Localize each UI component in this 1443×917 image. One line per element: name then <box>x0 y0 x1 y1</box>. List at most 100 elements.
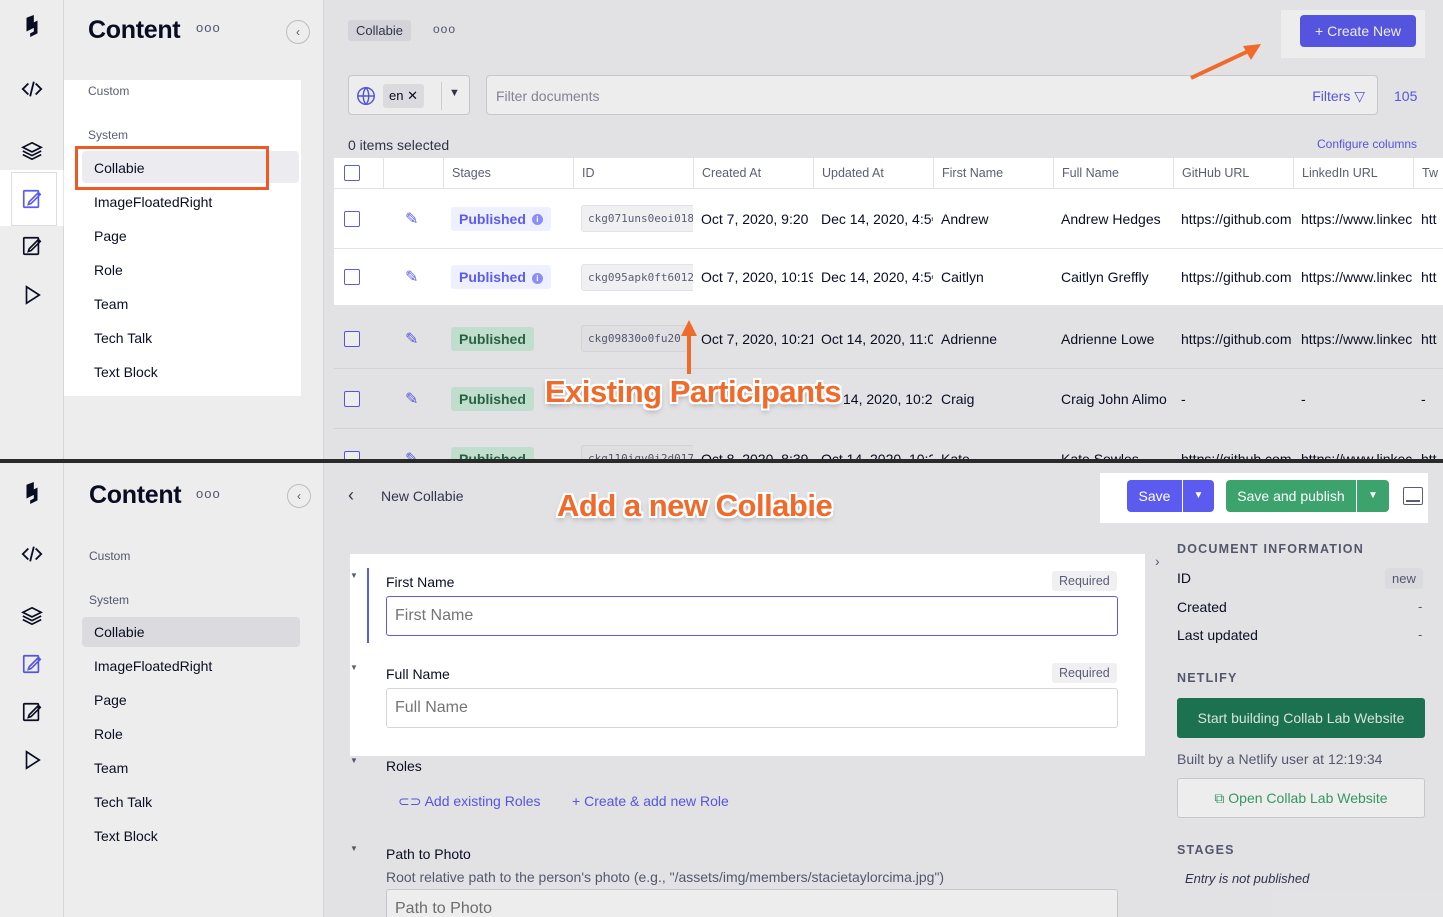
full-name-field[interactable] <box>386 688 1118 728</box>
pencil-icon[interactable]: ✎ <box>405 329 418 349</box>
model-team[interactable]: Team <box>94 296 128 312</box>
twitter-cell: htt <box>1421 269 1437 285</box>
col-header-linkedin[interactable]: LinkedIn URL <box>1293 158 1413 188</box>
collapse-field-icon[interactable]: ▼ <box>350 844 358 853</box>
hygraph-logo-icon[interactable] <box>18 479 46 507</box>
row-checkbox[interactable] <box>344 269 360 285</box>
layers-icon[interactable] <box>18 602 46 630</box>
hygraph-logo-icon[interactable] <box>18 12 46 40</box>
toggle-panel-icon[interactable] <box>1403 487 1423 505</box>
add-existing-roles-link[interactable]: ⊂⊃ Add existing Roles <box>398 793 541 810</box>
create-new-button[interactable]: + Create New <box>1300 15 1416 47</box>
first-name-field[interactable] <box>386 596 1118 636</box>
section-custom: Custom <box>89 549 131 563</box>
more-options-icon[interactable]: ooo <box>196 20 221 35</box>
model-tech-talk[interactable]: Tech Talk <box>94 330 152 346</box>
filters-button[interactable]: Filters ▽ <box>1312 88 1365 105</box>
model-collabie[interactable]: Collabie <box>82 617 300 647</box>
configure-columns-link[interactable]: Configure columns <box>1317 137 1417 151</box>
code-icon[interactable] <box>18 75 46 103</box>
model-page[interactable]: Page <box>82 685 300 715</box>
globe-icon <box>357 87 375 105</box>
select-all-checkbox[interactable] <box>344 165 360 181</box>
breadcrumb-more-icon[interactable]: ooo <box>433 22 456 36</box>
table-row[interactable]: ✎ Published 14, 2020, 10:2 Craig Craig J… <box>334 369 1443 429</box>
row-checkbox[interactable] <box>344 330 360 347</box>
info-icon[interactable]: i <box>531 272 543 284</box>
model-team[interactable]: Team <box>82 753 300 783</box>
collapse-field-icon[interactable]: ▼ <box>350 663 358 672</box>
table-row[interactable]: ✎ Published i ckg071uns0eoi018 Oct 7, 202… <box>334 189 1443 249</box>
pencil-icon[interactable]: ✎ <box>405 389 418 409</box>
id-chip: ckg095apk0ft6012 <box>581 263 693 291</box>
table-row[interactable]: ✎ Published i ckg095apk0ft6012 Oct 7, 202… <box>334 249 1443 306</box>
link-icon: ⊂⊃ <box>398 793 425 809</box>
photo-path-field[interactable] <box>386 889 1118 917</box>
status-badge: Published <box>451 326 534 351</box>
locale-chip[interactable]: en ✕ <box>383 84 424 108</box>
row-select-cell <box>334 249 383 305</box>
assets-edit-icon[interactable] <box>18 232 46 260</box>
back-arrow-icon[interactable]: ‹ <box>348 485 354 506</box>
start-building-button[interactable]: Start building Collab Lab Website <box>1177 698 1425 738</box>
section-system: System <box>88 128 129 142</box>
create-new-role-link[interactable]: + Create & add new Role <box>572 793 729 809</box>
document-count: 105 <box>1394 88 1418 104</box>
locale-dropdown-icon[interactable]: ▼ <box>449 87 460 99</box>
content-edit-icon[interactable] <box>18 185 46 213</box>
id-cell: ckg071uns0eoi018 <box>573 189 693 248</box>
model-text-block[interactable]: Text Block <box>94 364 158 380</box>
publish-dropdown-icon[interactable]: ▼ <box>1357 480 1389 512</box>
twitter-cell: htt <box>1421 330 1437 347</box>
collapse-nav-icon[interactable]: ‹ <box>286 20 310 44</box>
col-header-first-name[interactable]: First Name <box>933 158 1053 188</box>
col-header-github[interactable]: GitHub URL <box>1173 158 1293 188</box>
twitter-cell: htt <box>1421 210 1437 227</box>
locale-label: en <box>389 88 404 103</box>
created-cell: Oct 7, 2020, 9:20 I <box>701 210 813 227</box>
col-header-full-name[interactable]: Full Name <box>1053 158 1173 188</box>
pencil-icon[interactable]: ✎ <box>405 267 418 287</box>
row-checkbox[interactable] <box>344 390 360 407</box>
open-website-button[interactable]: ⧉ Open Collab Lab Website <box>1177 778 1425 818</box>
more-options-icon[interactable]: ooo <box>196 486 221 501</box>
collapse-field-icon[interactable]: ▼ <box>350 571 358 580</box>
col-header-updated[interactable]: Updated At <box>813 158 933 188</box>
linkedin-cell: https://www.linkec <box>1301 330 1413 347</box>
collapse-field-icon[interactable]: ▼ <box>350 756 358 765</box>
play-icon[interactable] <box>18 281 46 309</box>
code-icon[interactable] <box>18 540 46 568</box>
save-and-publish-button[interactable]: Save and publish <box>1226 480 1356 512</box>
content-edit-icon[interactable] <box>18 650 46 678</box>
breadcrumb[interactable]: Collabie <box>348 20 411 41</box>
model-imagefloatedright[interactable]: ImageFloatedRight <box>94 194 212 210</box>
save-button[interactable]: Save <box>1127 480 1182 512</box>
col-header-id[interactable]: ID <box>573 158 693 188</box>
col-header-twitter[interactable]: Tw <box>1413 158 1443 188</box>
locale-selector[interactable]: en ✕ ▼ <box>348 75 470 115</box>
play-icon[interactable] <box>18 746 46 774</box>
row-checkbox[interactable] <box>344 210 360 227</box>
info-icon[interactable]: i <box>531 214 543 226</box>
pencil-icon[interactable]: ✎ <box>405 209 418 229</box>
model-role[interactable]: Role <box>94 262 123 278</box>
col-header-stages[interactable]: Stages <box>443 158 573 188</box>
model-imagefloatedright[interactable]: ImageFloatedRight <box>82 651 300 681</box>
model-page[interactable]: Page <box>94 228 127 244</box>
arrow-up-icon <box>681 320 697 374</box>
model-tech-talk[interactable]: Tech Talk <box>82 787 300 817</box>
roles-label: Roles <box>386 758 422 774</box>
table-row[interactable]: ✎ Published ckg09830o0fu20 Oct 7, 2020, … <box>334 309 1443 369</box>
expand-sidebar-icon[interactable]: › <box>1155 553 1160 569</box>
model-text-block[interactable]: Text Block <box>82 821 300 851</box>
doc-info-heading: DOCUMENT INFORMATION <box>1177 542 1364 556</box>
remove-locale-icon[interactable]: ✕ <box>407 88 418 103</box>
col-header-created[interactable]: Created At <box>693 158 813 188</box>
edit-cell: ✎ <box>383 309 443 368</box>
model-role[interactable]: Role <box>82 719 300 749</box>
collapse-nav-icon[interactable]: ‹ <box>287 484 311 508</box>
table-row[interactable]: ✎ Published ckg110iqv0i2d017 Oct 8, 2020… <box>334 429 1443 461</box>
save-dropdown-icon[interactable]: ▼ <box>1183 480 1214 512</box>
assets-edit-icon[interactable] <box>18 698 46 726</box>
layers-icon[interactable] <box>18 137 46 165</box>
